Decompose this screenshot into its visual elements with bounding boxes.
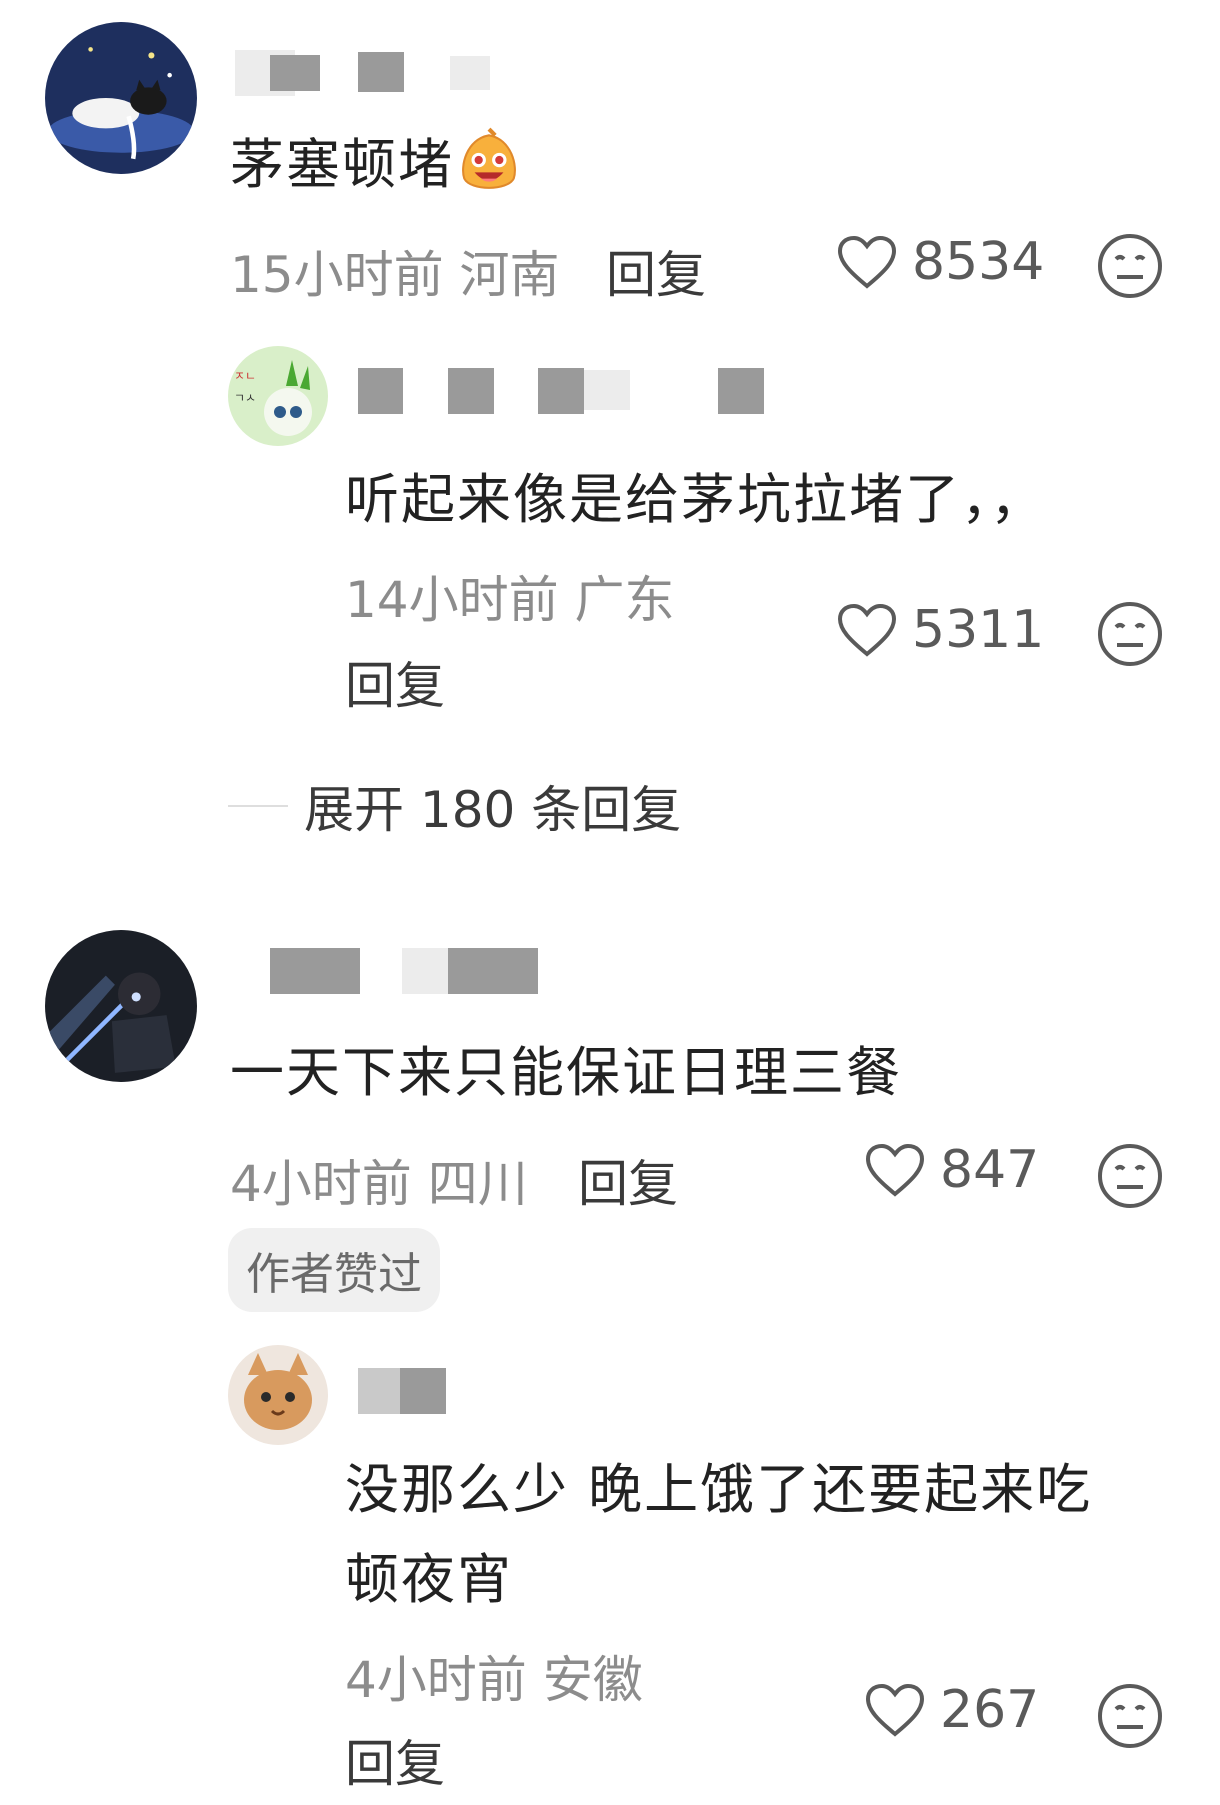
expand-replies-button[interactable]: 展开 180 条回复	[228, 770, 681, 842]
timestamp: 14小时前	[345, 571, 559, 629]
reply-text: 顿夜宵	[345, 1548, 513, 1611]
reply-button[interactable]: 回复	[578, 1144, 678, 1216]
heart-outline-icon	[837, 235, 897, 289]
comment-meta: 15小时前 河南	[230, 235, 560, 307]
timestamp: 4小时前	[230, 1155, 412, 1213]
laughing-emoji-icon	[462, 127, 516, 189]
dislike-button[interactable]	[1097, 601, 1163, 667]
divider	[228, 805, 288, 807]
like-count: 847	[940, 1140, 1040, 1200]
username-redacted[interactable]	[358, 368, 403, 414]
avatar[interactable]	[45, 22, 197, 174]
avatar[interactable]	[45, 930, 197, 1082]
comment-text: 茅塞顿堵	[230, 120, 520, 199]
username-redacted[interactable]	[400, 1368, 446, 1414]
location: 四川	[427, 1155, 528, 1213]
avatar-image	[228, 1345, 328, 1445]
location: 广东	[574, 571, 675, 629]
location: 安徽	[542, 1651, 643, 1709]
timestamp: 4小时前	[345, 1651, 527, 1709]
reply-text: 没那么少 晚上饿了还要起来吃	[345, 1458, 1093, 1521]
neutral-face-icon	[1098, 602, 1162, 666]
reply-button[interactable]: 回复	[345, 646, 445, 718]
reply-button[interactable]: 回复	[345, 1724, 445, 1796]
username-redacted[interactable]	[584, 370, 630, 410]
dislike-button[interactable]	[1097, 1683, 1163, 1749]
like-button[interactable]: 267	[864, 1680, 1039, 1740]
like-count: 267	[940, 1680, 1040, 1740]
avatar[interactable]: ㅈㄴ ㄱㅅ	[228, 346, 328, 446]
username-redacted[interactable]	[448, 368, 494, 414]
reply-meta: 4小时前 安徽	[345, 1640, 643, 1712]
reply-meta: 14小时前 广东	[345, 560, 675, 632]
timestamp: 15小时前	[230, 246, 444, 304]
neutral-face-icon	[1098, 1684, 1162, 1748]
username-redacted[interactable]	[358, 1368, 404, 1414]
reply-button[interactable]: 回复	[606, 235, 706, 307]
username-redacted[interactable]	[448, 948, 538, 994]
avatar-image: ㅈㄴ ㄱㅅ	[228, 346, 328, 446]
neutral-face-icon	[1098, 1144, 1162, 1208]
author-liked-badge: 作者赞过	[228, 1228, 440, 1312]
comment-meta: 4小时前 四川	[230, 1144, 528, 1216]
heart-outline-icon	[865, 1683, 925, 1737]
neutral-face-icon	[1098, 234, 1162, 298]
comment-item: 茅塞顿堵 15小时前 河南 回复 8534 ㅈㄴ ㄱㅅ 听起来像是给茅坑拉堵了，…	[0, 0, 1220, 839]
heart-outline-icon	[837, 603, 897, 657]
comment-text: 一天下来只能保证日理三餐	[230, 1041, 902, 1104]
like-count: 5311	[912, 600, 1045, 660]
comment-item: 一天下来只能保证日理三餐 4小时前 四川 回复 847 作者赞过 没那么少 晚上…	[0, 900, 1220, 1800]
expand-replies-label: 展开 180 条回复	[304, 781, 682, 839]
like-count: 8534	[912, 232, 1045, 292]
dislike-button[interactable]	[1097, 1143, 1163, 1209]
heart-outline-icon	[865, 1143, 925, 1197]
username-redacted[interactable]	[402, 948, 452, 994]
svg-text:ㄱㅅ: ㄱㅅ	[234, 391, 256, 405]
avatar[interactable]	[228, 1345, 328, 1445]
like-button[interactable]: 847	[864, 1140, 1039, 1200]
reply-text: 听起来像是给茅坑拉堵了，，	[345, 468, 1046, 531]
username-redacted[interactable]	[270, 948, 360, 994]
username-redacted[interactable]	[450, 56, 490, 90]
username-redacted[interactable]	[538, 368, 584, 414]
location: 河南	[459, 246, 560, 304]
like-button[interactable]: 5311	[836, 600, 1044, 660]
username-redacted[interactable]	[270, 55, 320, 91]
like-button[interactable]: 8534	[836, 232, 1044, 292]
username-redacted[interactable]	[358, 52, 404, 92]
avatar-image	[45, 22, 197, 174]
avatar-image	[45, 930, 197, 1082]
svg-text:ㅈㄴ: ㅈㄴ	[234, 369, 256, 383]
username-redacted[interactable]	[718, 368, 764, 414]
dislike-button[interactable]	[1097, 233, 1163, 299]
